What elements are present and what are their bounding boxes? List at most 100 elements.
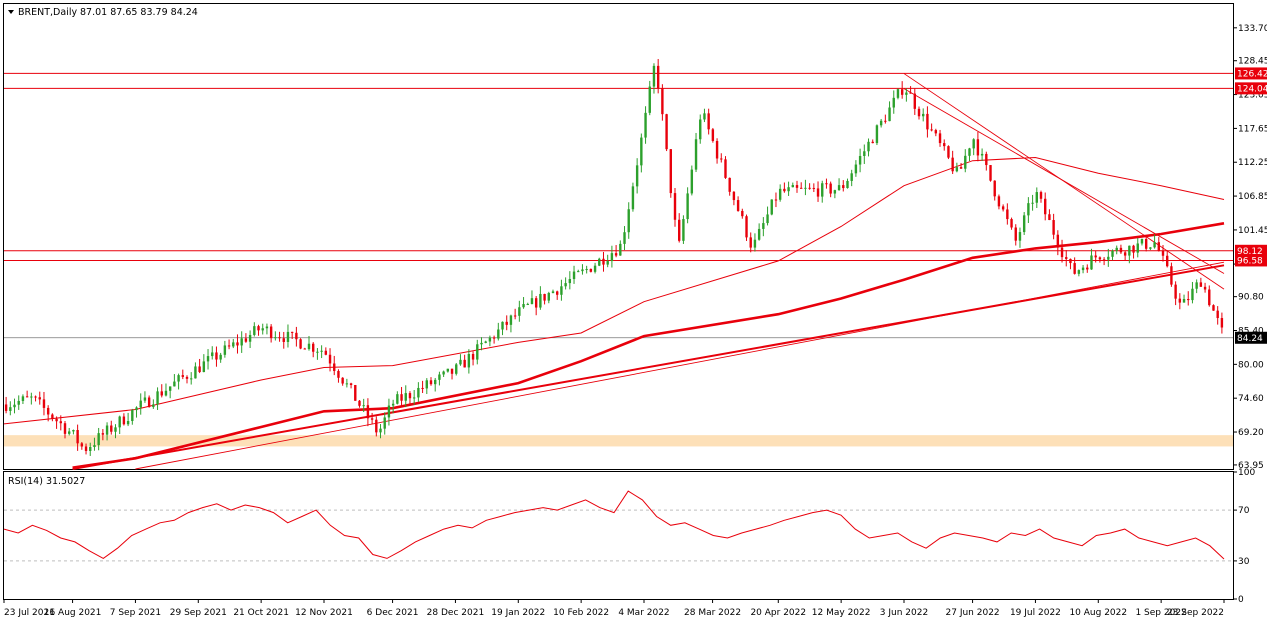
candle-body — [938, 133, 942, 144]
candle-body — [846, 180, 849, 189]
candle-body — [968, 148, 971, 156]
candle-body — [1035, 192, 1038, 203]
candle-body — [715, 140, 719, 159]
candle-body — [295, 332, 298, 340]
candle-body — [1208, 289, 1211, 306]
candle-body — [610, 253, 614, 262]
candle-body — [1144, 239, 1148, 249]
candle-body — [690, 169, 694, 194]
candle-body — [560, 286, 563, 295]
candle-body — [850, 173, 853, 181]
level-tag-0-text: 126.42 — [1237, 69, 1267, 79]
trading-chart[interactable]: 63.9569.2074.6080.0085.4090.80101.45106.… — [0, 0, 1267, 625]
rsi-label: RSI(14) 31.5027 — [8, 476, 85, 487]
candle-body — [286, 331, 290, 342]
candle-body — [753, 239, 757, 248]
candle-body — [631, 186, 635, 210]
candle-body — [156, 391, 159, 405]
date-tick-label: 4 Mar 2022 — [618, 608, 669, 618]
candle-body — [46, 407, 50, 415]
candle-body — [290, 331, 294, 333]
candle-body — [808, 187, 811, 189]
candle-body — [778, 188, 782, 200]
candle-body — [720, 158, 723, 160]
candle-body — [539, 293, 542, 308]
candle-body — [51, 414, 54, 419]
candle-body — [699, 119, 702, 140]
rsi-tick-label: 100 — [1238, 468, 1255, 478]
candle-body — [728, 177, 731, 192]
candle-body — [522, 304, 525, 308]
candle-body — [131, 410, 134, 421]
candle-body — [585, 268, 588, 270]
candle-body — [749, 237, 752, 248]
candle-body — [303, 348, 306, 350]
candle-body — [993, 180, 996, 197]
candle-body — [1195, 282, 1198, 289]
candle-body — [1136, 243, 1139, 253]
candle-body — [564, 283, 567, 287]
candle-body — [467, 353, 471, 368]
candle-body — [770, 199, 773, 215]
price-tick-label: 74.60 — [1238, 394, 1264, 404]
candle-body — [926, 113, 929, 130]
candle-body — [989, 165, 992, 181]
candle-body — [766, 214, 769, 224]
candle-body — [312, 343, 315, 352]
candle-body — [837, 185, 841, 191]
candle-body — [316, 351, 319, 353]
candle-body — [577, 271, 580, 273]
candle-body — [202, 361, 206, 373]
candle-body — [484, 341, 487, 343]
candle-body — [244, 338, 248, 342]
candle-body — [4, 404, 8, 411]
candle-body — [1086, 267, 1089, 270]
candle-body — [871, 141, 874, 144]
rsi-tick-label: 70 — [1238, 506, 1250, 516]
candle-body — [185, 376, 189, 379]
price-tick-label: 90.80 — [1238, 293, 1264, 303]
ohlc-label: 87.01 87.65 83.79 84.24 — [80, 7, 198, 18]
date-tick-label: 7 Sep 2021 — [110, 608, 161, 618]
candle-body — [821, 183, 824, 197]
candle-body — [362, 405, 365, 407]
candle-body — [42, 399, 46, 408]
candle-body — [1073, 263, 1076, 274]
candle-body — [236, 342, 239, 346]
candle-body — [917, 108, 921, 117]
candle-body — [640, 137, 643, 166]
candle-body — [943, 143, 946, 147]
candle-body — [1014, 227, 1017, 241]
candle-body — [105, 425, 109, 435]
candle-body — [947, 146, 950, 158]
candle-body — [438, 374, 441, 380]
candle-body — [1081, 267, 1085, 271]
candle-body — [602, 258, 605, 265]
candle-body — [492, 337, 496, 339]
candle-body — [863, 151, 866, 156]
candle-body — [644, 112, 647, 138]
candle-body — [627, 209, 630, 233]
candle-body — [122, 416, 126, 425]
candle-body — [341, 377, 344, 384]
candle-body — [976, 139, 980, 156]
candle-body — [198, 366, 201, 373]
candle-body — [593, 265, 597, 272]
candle-body — [787, 187, 790, 192]
candle-body — [442, 371, 445, 375]
candle-body — [922, 113, 925, 117]
price-tick-label: 128.45 — [1238, 57, 1267, 67]
candle-body — [320, 350, 323, 352]
candle-body — [526, 303, 529, 305]
candle-body — [518, 307, 521, 316]
candle-body — [269, 326, 273, 339]
date-tick-label: 23 Sep 2022 — [1167, 608, 1224, 618]
candle-body — [1039, 192, 1043, 199]
date-tick-label: 20 Apr 2022 — [750, 608, 806, 618]
candle-body — [223, 345, 227, 355]
candle-body — [501, 321, 504, 330]
candle-body — [1111, 250, 1114, 257]
candle-body — [345, 383, 349, 385]
candle-body — [825, 183, 828, 185]
candle-body — [1098, 257, 1102, 260]
